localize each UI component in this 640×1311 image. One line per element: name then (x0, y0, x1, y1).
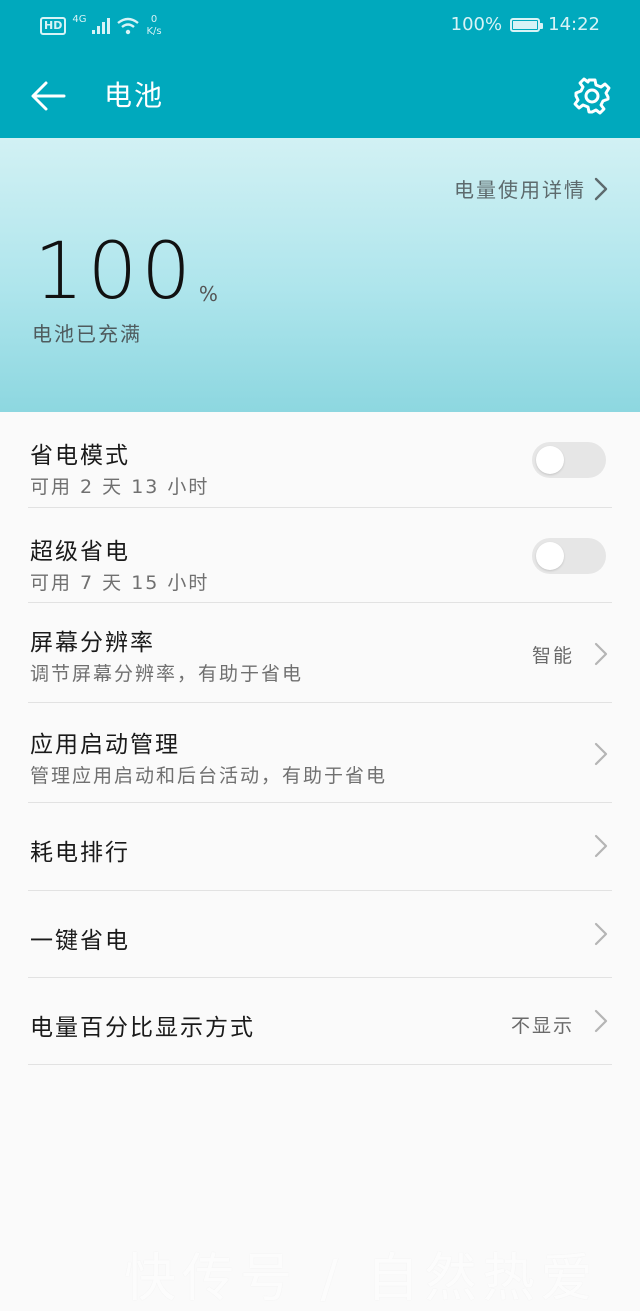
toggle-knob (536, 446, 564, 474)
chevron-right-icon (594, 834, 608, 858)
chevron-right-icon (594, 1009, 608, 1033)
row-title: 耗电排行 (30, 840, 130, 866)
network-speed-unit: K/s (146, 26, 162, 37)
ultra-power-saving-toggle[interactable] (532, 538, 606, 574)
row-value: 不显示 (510, 1015, 574, 1037)
settings-row-power-saving[interactable]: 省电模式 可用 2 天 13 小时 (28, 412, 612, 508)
row-title: 省电模式 (30, 443, 130, 469)
battery-hero: 电量使用详情 100 % 电池已充满 (0, 138, 640, 412)
row-title: 一键省电 (30, 928, 130, 954)
settings-list: 省电模式 可用 2 天 13 小时 超级省电 可用 7 天 15 小时 屏幕分辨… (28, 412, 612, 1065)
chevron-right-icon (594, 642, 608, 666)
settings-row-one-tap-saving[interactable]: 一键省电 (28, 891, 612, 978)
settings-row-app-launch[interactable]: 应用启动管理 管理应用启动和后台活动，有助于省电 (28, 703, 612, 803)
battery-level: 100 % (34, 230, 218, 314)
usage-details-label: 电量使用详情 (454, 178, 586, 202)
row-subtitle: 可用 2 天 13 小时 (30, 476, 210, 498)
row-subtitle: 管理应用启动和后台活动，有助于省电 (30, 765, 388, 787)
arrow-left-icon (31, 81, 66, 111)
watermark: 快传号 / 自然热爱 (124, 1249, 599, 1309)
row-value: 智能 (531, 645, 574, 667)
wifi-icon (117, 17, 140, 35)
chevron-right-icon (594, 742, 608, 766)
settings-row-ultra-power-saving[interactable]: 超级省电 可用 7 天 15 小时 (28, 508, 612, 603)
row-title: 电量百分比显示方式 (30, 1015, 255, 1041)
row-subtitle: 可用 7 天 15 小时 (30, 572, 210, 594)
status-bar-left: HD 4G 0 K/s (40, 14, 162, 38)
battery-level-value: 100 (34, 227, 195, 317)
hd-badge: HD (40, 17, 67, 35)
settings-row-power-ranking[interactable]: 耗电排行 (28, 803, 612, 891)
network-speed: 0 K/s (146, 14, 161, 38)
status-bar: HD 4G 0 K/s 100% 14:22 (0, 0, 640, 54)
toggle-knob (536, 542, 564, 570)
chevron-right-icon (594, 177, 608, 200)
status-bar-right: 100% 14:22 (451, 14, 600, 35)
network-speed-value: 0 (150, 14, 158, 25)
row-subtitle: 调节屏幕分辨率，有助于省电 (30, 663, 304, 685)
page-title: 电池 (104, 79, 165, 112)
battery-level-unit: % (198, 282, 218, 306)
back-button[interactable] (28, 76, 68, 116)
network-type: 4G (72, 14, 87, 25)
row-title: 超级省电 (30, 539, 130, 565)
app-bar: 电池 (0, 54, 640, 138)
power-saving-toggle[interactable] (532, 442, 606, 478)
signal-icon (92, 18, 111, 34)
usage-details-link[interactable]: 电量使用详情 (454, 174, 608, 203)
battery-status: 电池已充满 (32, 322, 142, 346)
chevron-right-icon (594, 922, 608, 946)
settings-row-screen-resolution[interactable]: 屏幕分辨率 调节屏幕分辨率，有助于省电 智能 (28, 603, 612, 703)
settings-button[interactable] (572, 76, 612, 116)
gear-icon (573, 77, 611, 115)
row-title: 应用启动管理 (30, 732, 180, 758)
battery-percent-text: 100% (450, 14, 503, 35)
row-title: 屏幕分辨率 (30, 630, 155, 656)
settings-row-battery-percentage-display[interactable]: 电量百分比显示方式 不显示 (28, 978, 612, 1065)
battery-charging-icon (510, 17, 544, 32)
clock-time: 14:22 (548, 14, 600, 35)
